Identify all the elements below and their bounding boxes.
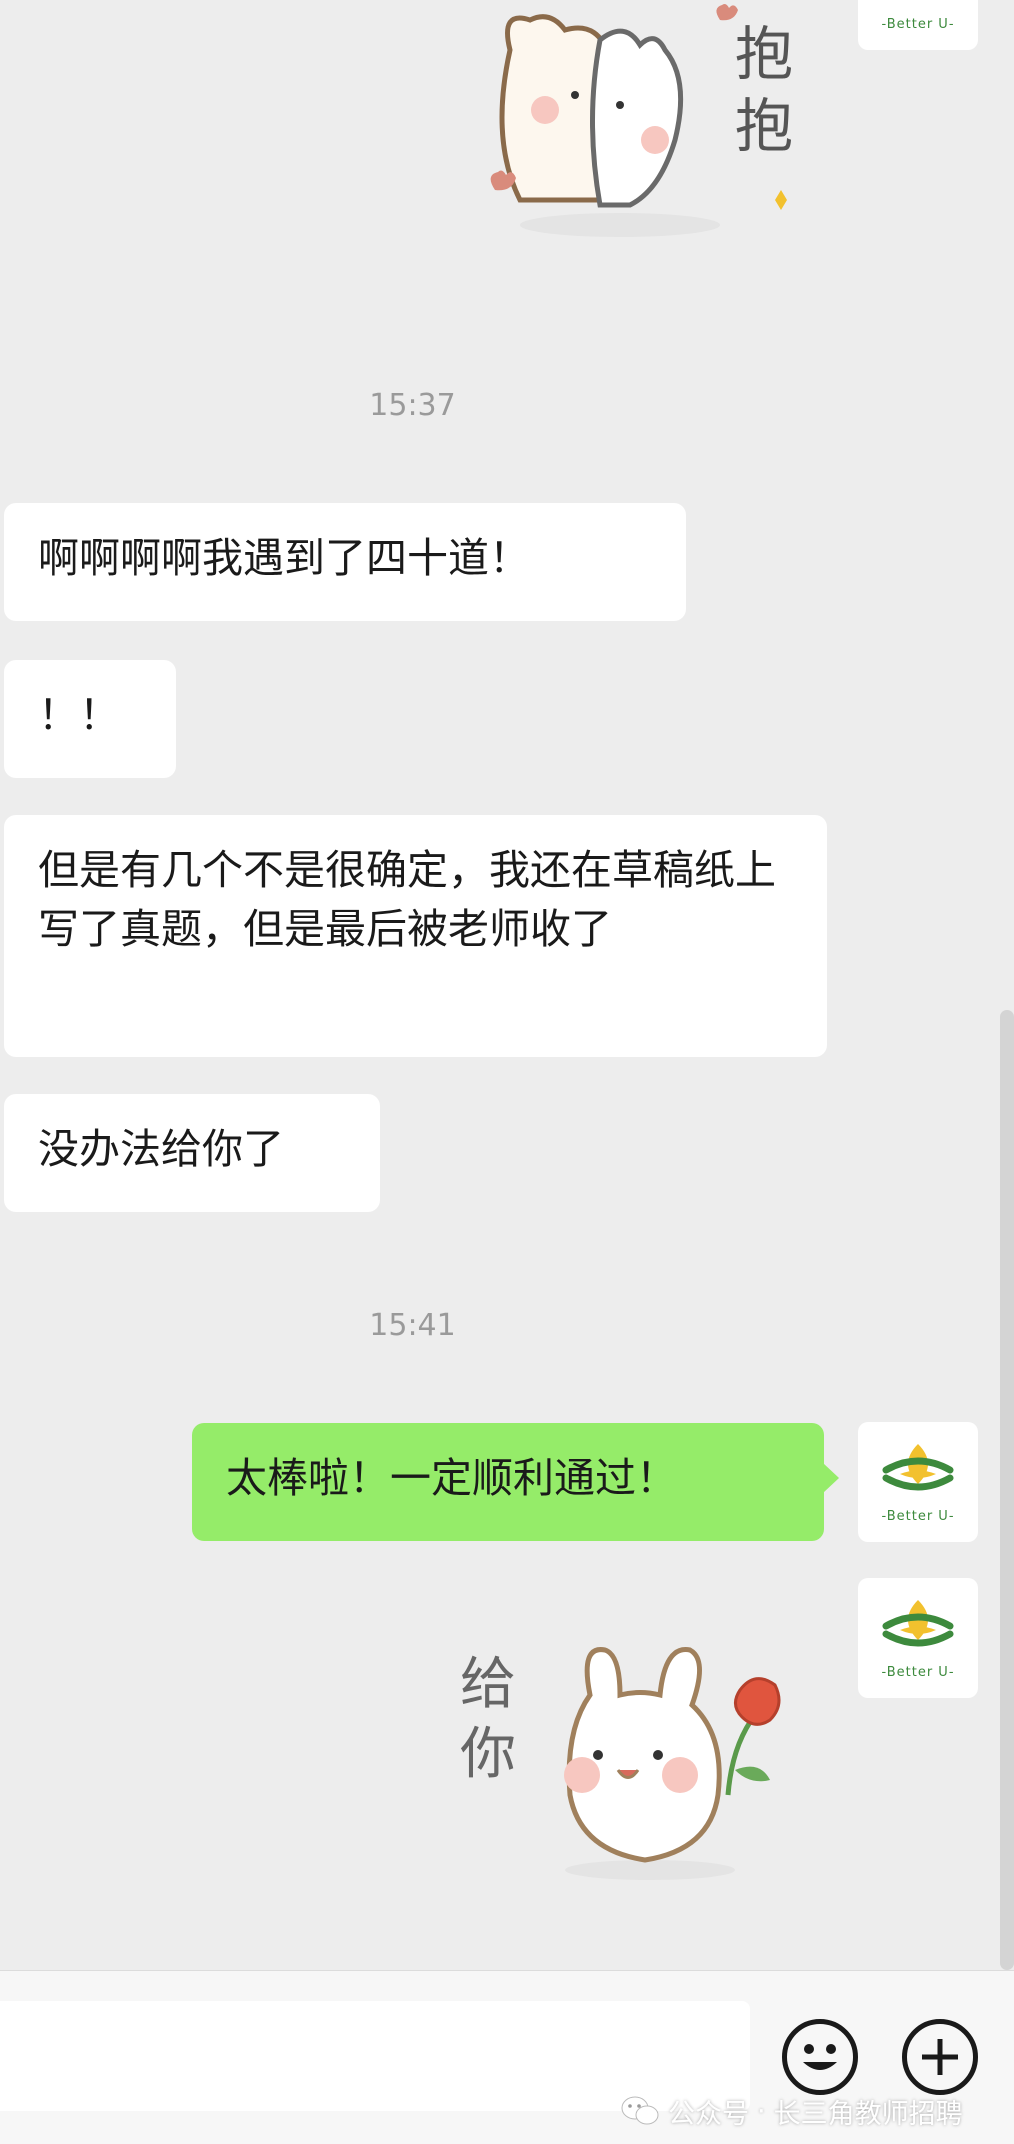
avatar-caption: -Better U- [881, 1509, 955, 1524]
timestamp: 15:37 [369, 388, 456, 423]
timestamp: 15:41 [369, 1308, 456, 1343]
chat-area[interactable]: 抱抱 -Better U- 15:37 啊啊啊啊我遇到了四十道！ ！！ 但是有几… [0, 0, 1014, 1970]
avatar-caption: -Better U- [881, 17, 955, 32]
message-bubble-contact[interactable]: 但是有几个不是很确定，我还在草稿纸上写了真题，但是最后被老师收了 [4, 815, 827, 1057]
better-u-logo-icon [882, 1444, 954, 1491]
sticker-caption: 给你 [460, 1652, 516, 1787]
chat-scrollbar[interactable] [1000, 1010, 1014, 1970]
my-avatar[interactable]: -Better U- [858, 1578, 978, 1698]
watermark-label: 公众号 [668, 2098, 749, 2130]
give-you-sticker[interactable]: 给你 [460, 1635, 820, 1885]
message-bubble-self[interactable]: 太棒啦！一定顺利通过！ [192, 1423, 839, 1541]
message-text: 没办法给你了 [38, 1125, 284, 1173]
emoji-button[interactable] [782, 2019, 858, 2095]
avatar-caption: -Better U- [881, 1665, 955, 1680]
message-bubble-contact[interactable]: 啊啊啊啊我遇到了四十道！ [4, 503, 686, 621]
my-avatar[interactable]: -Better U- [858, 1422, 978, 1542]
message-text: ！！ [38, 691, 120, 739]
input-bar: 公众号 · 长三角教师招聘 [0, 1970, 1014, 2144]
better-u-logo-icon [882, 1600, 954, 1647]
my-avatar[interactable]: -Better U- [858, 0, 978, 50]
message-text: 但是有几个不是很确定，我还在草稿纸上写了真题，但是最后被老师收了 [38, 846, 776, 953]
message-text: 太棒啦！一定顺利通过！ [226, 1454, 677, 1502]
message-bubble-contact[interactable]: 没办法给你了 [4, 1094, 380, 1212]
message-text: 啊啊啊啊我遇到了四十道！ [38, 534, 530, 582]
plus-circle-icon [922, 2039, 958, 2075]
watermark-separator: · [757, 2095, 766, 2127]
watermark-account: 长三角教师招聘 [773, 2098, 963, 2130]
more-button[interactable] [902, 2019, 978, 2095]
sticker-caption: 抱抱 [735, 20, 794, 160]
message-bubble-contact[interactable]: ！！ [4, 660, 176, 778]
watermark: 公众号 · 长三角教师招聘 [620, 2091, 963, 2131]
hug-sticker[interactable]: 抱抱 [450, 0, 820, 240]
wechat-icon [621, 2096, 659, 2125]
smiley-face-icon [803, 2044, 837, 2070]
